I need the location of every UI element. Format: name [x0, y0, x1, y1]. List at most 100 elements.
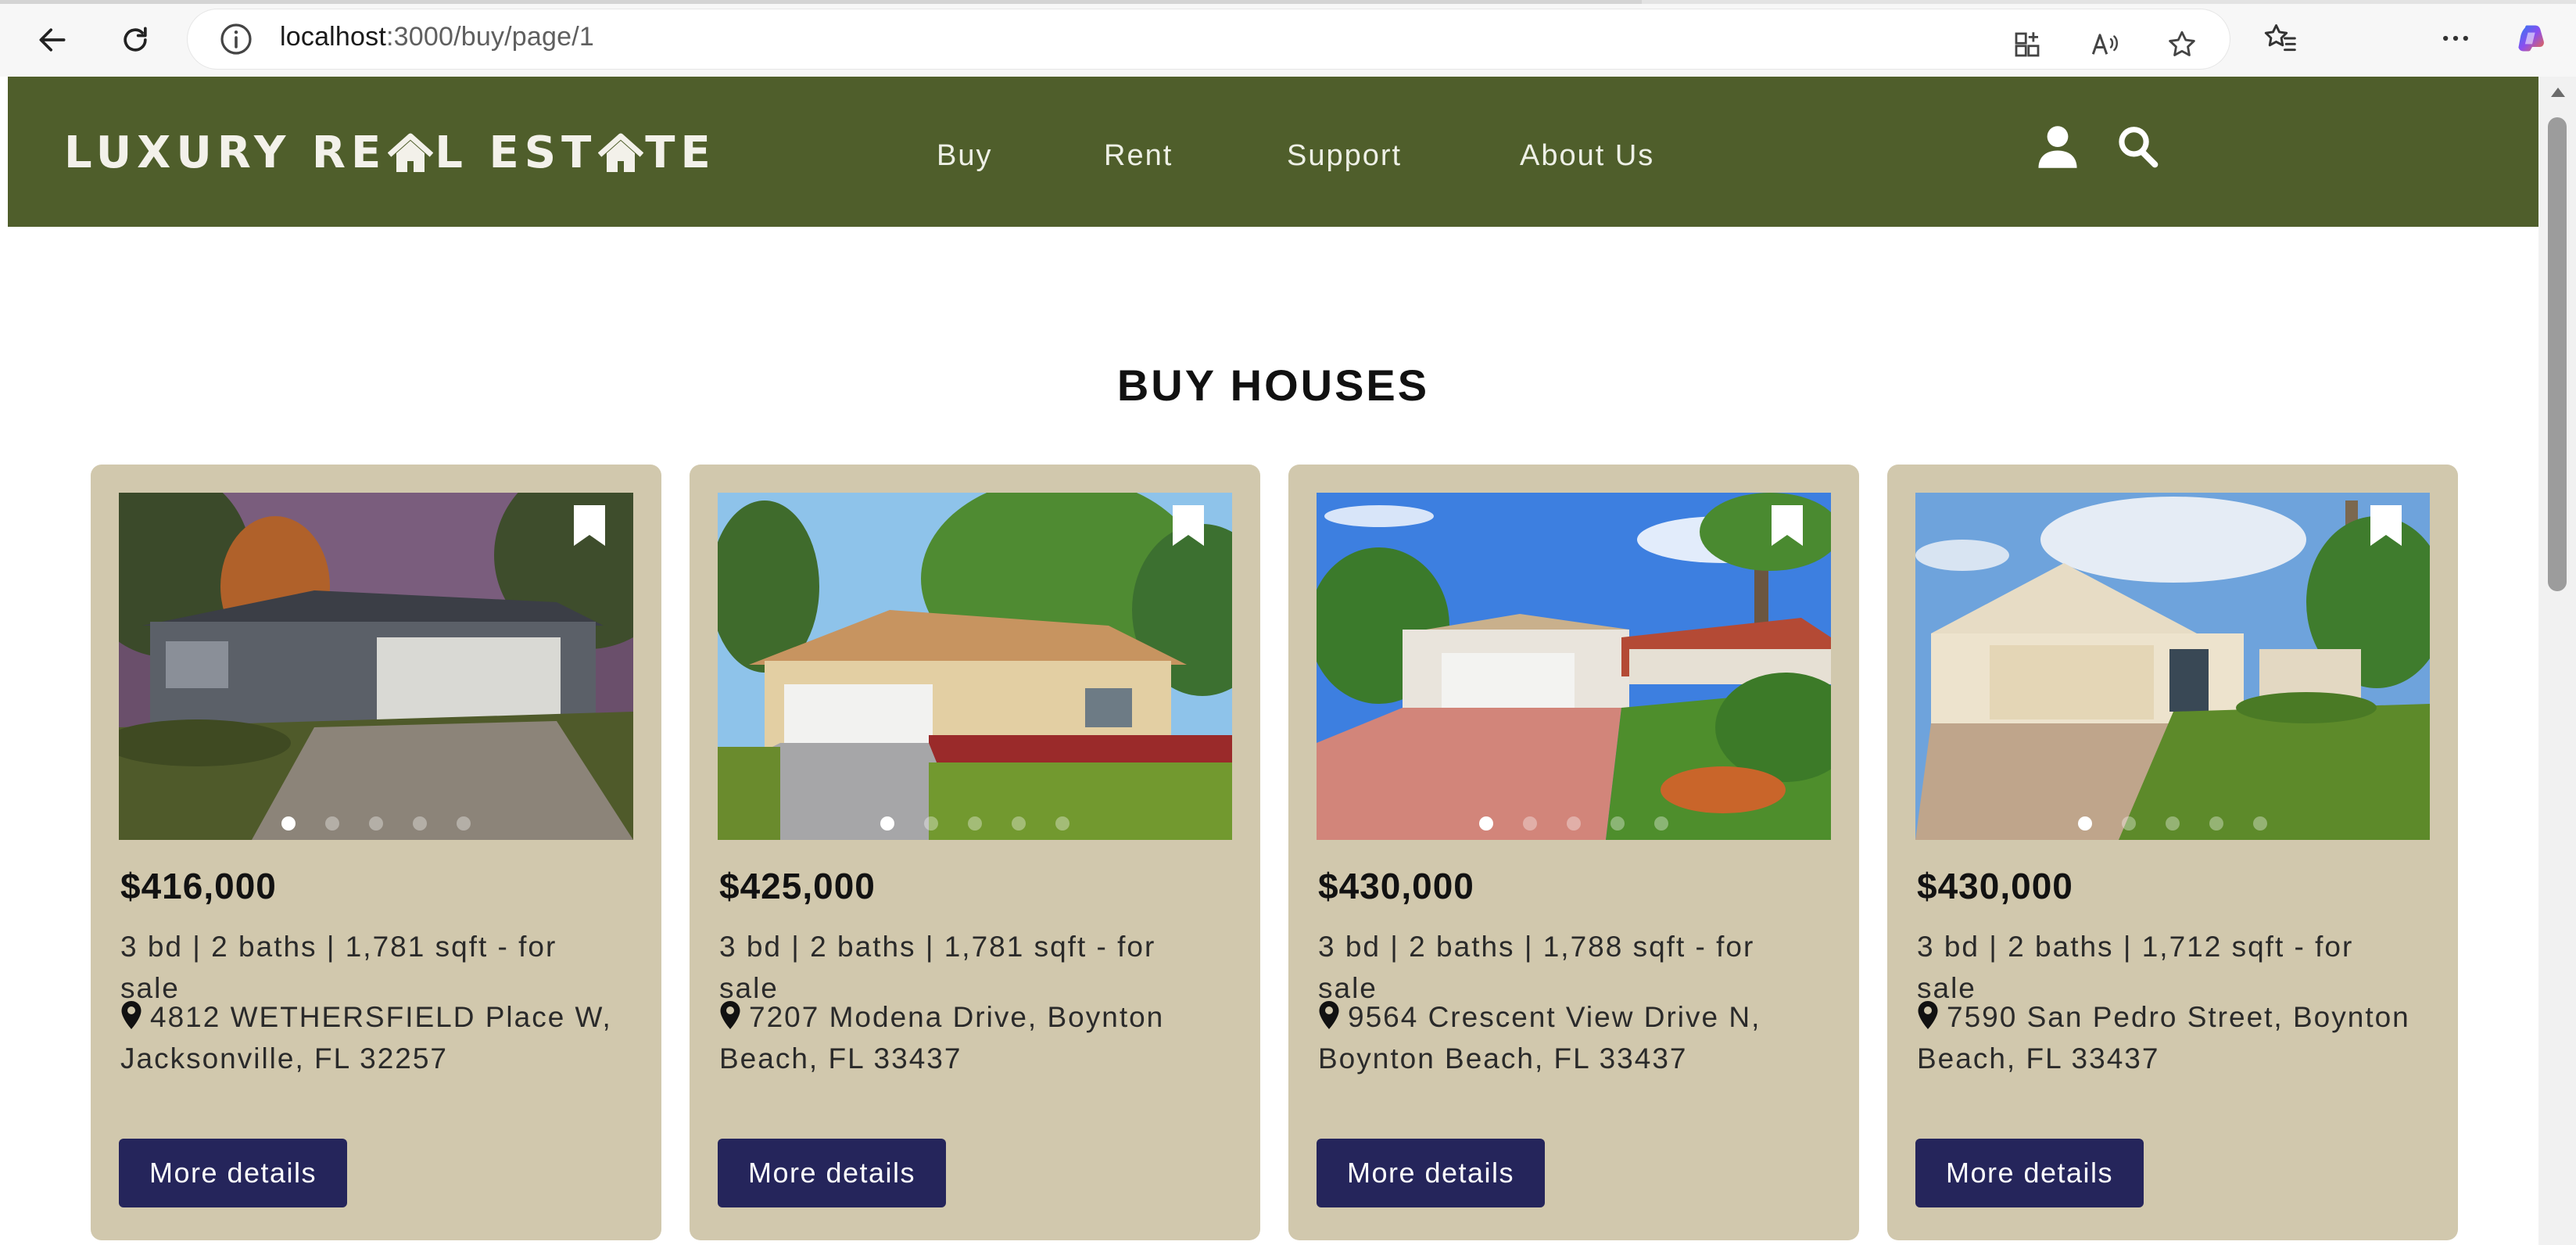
scroll-up-arrow[interactable]	[2551, 88, 2565, 97]
listing-address: 7590 San Pedro Street, Boynton Beach, FL…	[1917, 996, 2425, 1079]
listing-card: $416,000 3 bd | 2 baths | 1,781 sqft - f…	[91, 465, 661, 1240]
tab-strip	[0, 0, 2576, 4]
house-photo-image	[119, 493, 633, 840]
map-pin-icon	[121, 1001, 142, 1029]
browser-toolbar: localhost:3000/buy/page/1	[0, 0, 2576, 77]
address-bar[interactable]: localhost:3000/buy/page/1	[188, 9, 2230, 69]
carousel-dot[interactable]	[1610, 816, 1625, 831]
listing-address-text: 7590 San Pedro Street, Boynton Beach, FL…	[1917, 1001, 2410, 1075]
listing-address: 4812 WETHERSFIELD Place W, Jacksonville,…	[120, 996, 629, 1079]
url-path: :3000/buy/page/1	[386, 22, 594, 52]
carousel-dot[interactable]	[325, 816, 339, 831]
logo-text-part: TE	[645, 127, 716, 178]
listing-photo[interactable]	[1317, 493, 1831, 840]
listing-photo[interactable]	[119, 493, 633, 840]
apps-grid-icon	[2015, 32, 2040, 57]
carousel-dot[interactable]	[968, 816, 982, 831]
map-pin-icon	[720, 1001, 740, 1029]
page-scrollbar[interactable]	[2538, 77, 2576, 1245]
house-photo-image	[1317, 493, 1831, 840]
nav-about-us[interactable]: About Us	[1520, 139, 1654, 173]
listing-address-text: 9564 Crescent View Drive N, Boynton Beac…	[1318, 1001, 1761, 1075]
map-pin-icon	[1918, 1001, 1938, 1029]
listing-address-text: 7207 Modena Drive, Boynton Beach, FL 334…	[719, 1001, 1165, 1075]
carousel-dot[interactable]	[924, 816, 938, 831]
copilot-button[interactable]	[2511, 17, 2553, 59]
house-icon	[598, 133, 644, 172]
carousel-dot[interactable]	[2209, 816, 2223, 831]
user-icon	[2038, 126, 2077, 168]
house-icon	[388, 133, 434, 172]
more-details-button[interactable]: More details	[718, 1139, 946, 1207]
listing-address-text: 4812 WETHERSFIELD Place W, Jacksonville,…	[120, 1001, 612, 1075]
arrow-left-icon	[39, 28, 66, 52]
bookmark-icon[interactable]	[1770, 504, 1804, 547]
scrollbar-thumb[interactable]	[2548, 117, 2567, 591]
listing-address: 9564 Crescent View Drive N, Boynton Beac…	[1318, 996, 1826, 1079]
star-icon	[2169, 30, 2195, 56]
carousel-dot[interactable]	[1523, 816, 1537, 831]
carousel-dot[interactable]	[1012, 816, 1026, 831]
listing-price: $430,000	[1917, 866, 2073, 906]
read-aloud-icon	[2091, 34, 2119, 55]
site-logo[interactable]: LUXURY RE L EST TE	[64, 125, 716, 180]
search-icon	[2119, 127, 2159, 168]
carousel-dots	[2078, 816, 2267, 831]
carousel-dot[interactable]	[2122, 816, 2136, 831]
carousel-dot[interactable]	[1055, 816, 1069, 831]
carousel-dot[interactable]	[1654, 816, 1668, 831]
bookmark-icon[interactable]	[1171, 504, 1206, 547]
carousel-dots	[281, 816, 471, 831]
more-details-button[interactable]: More details	[119, 1139, 347, 1207]
nav-support[interactable]: Support	[1287, 139, 1402, 173]
carousel-dot[interactable]	[2253, 816, 2267, 831]
copilot-icon	[2518, 25, 2544, 52]
listing-card: $430,000 3 bd | 2 baths | 1,712 sqft - f…	[1887, 465, 2458, 1240]
carousel-dots	[880, 816, 1069, 831]
account-button[interactable]	[2036, 124, 2080, 170]
map-pin-icon	[1319, 1001, 1339, 1029]
more-details-button[interactable]: More details	[1915, 1139, 2144, 1207]
carousel-dot[interactable]	[369, 816, 383, 831]
carousel-dot[interactable]	[1567, 816, 1581, 831]
page-viewport: LUXURY RE L EST TE Buy Rent Support Abou…	[8, 77, 2538, 1245]
carousel-dot[interactable]	[2078, 816, 2092, 831]
search-button[interactable]	[2116, 124, 2159, 170]
carousel-dots	[1479, 816, 1668, 831]
more-options-button[interactable]	[2434, 17, 2477, 59]
listing-price: $430,000	[1318, 866, 1474, 906]
more-details-button[interactable]: More details	[1317, 1139, 1545, 1207]
reload-button[interactable]	[111, 16, 159, 64]
listing-address: 7207 Modena Drive, Boynton Beach, FL 334…	[719, 996, 1227, 1079]
page-title: BUY HOUSES	[1116, 361, 1430, 410]
carousel-dot[interactable]	[2166, 816, 2180, 831]
listing-card: $430,000 3 bd | 2 baths | 1,788 sqft - f…	[1288, 465, 1859, 1240]
house-photo-image	[718, 493, 1232, 840]
carousel-dot[interactable]	[457, 816, 471, 831]
back-button[interactable]	[28, 16, 77, 64]
bookmark-icon[interactable]	[572, 504, 607, 547]
listing-card: $425,000 3 bd | 2 baths | 1,781 sqft - f…	[690, 465, 1260, 1240]
url-text[interactable]: localhost:3000/buy/page/1	[280, 22, 594, 52]
read-aloud-button[interactable]	[2086, 25, 2125, 64]
url-host: localhost	[280, 22, 386, 52]
favorites-button[interactable]	[2259, 17, 2302, 59]
site-info-icon[interactable]	[217, 20, 255, 58]
logo-text-part: L EST	[435, 127, 597, 178]
app-view-button[interactable]	[2008, 25, 2047, 64]
reload-icon	[124, 27, 147, 52]
listing-price: $416,000	[120, 866, 277, 906]
carousel-dot[interactable]	[413, 816, 427, 831]
listing-photo[interactable]	[718, 493, 1232, 840]
ellipsis-icon	[2443, 35, 2468, 41]
carousel-dot[interactable]	[880, 816, 894, 831]
nav-buy[interactable]: Buy	[937, 139, 992, 173]
listing-price: $425,000	[719, 866, 876, 906]
site-header: LUXURY RE L EST TE Buy Rent Support Abou…	[8, 77, 2538, 227]
nav-rent[interactable]: Rent	[1104, 139, 1173, 173]
favorite-star-button[interactable]	[2162, 25, 2202, 64]
listing-photo[interactable]	[1915, 493, 2430, 840]
carousel-dot[interactable]	[281, 816, 296, 831]
carousel-dot[interactable]	[1479, 816, 1493, 831]
bookmark-icon[interactable]	[2369, 504, 2403, 547]
